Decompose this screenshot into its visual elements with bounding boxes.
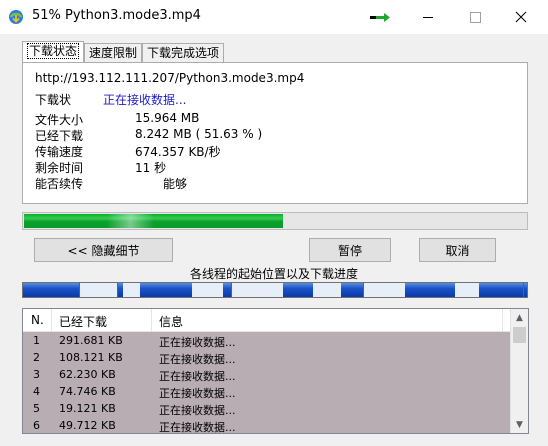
- list-scrollbar[interactable]: ▲ ▼: [510, 309, 528, 433]
- list-row[interactable]: 5 19.121 KB 正在接收数据...: [23, 400, 511, 417]
- file-size-value: 15.964 MB: [135, 111, 200, 125]
- downloaded-value: 8.242 MB ( 51.63 % ): [135, 127, 263, 141]
- row-info: 正在接收数据...: [159, 353, 236, 366]
- list-row[interactable]: 4 74.746 KB 正在接收数据...: [23, 383, 511, 400]
- row-downloaded: 62.230 KB: [59, 368, 116, 381]
- scroll-thumb[interactable]: [513, 327, 526, 343]
- column-header-number[interactable]: N.: [31, 313, 44, 327]
- list-header: N. 已经下载 信息: [23, 309, 511, 332]
- close-button[interactable]: [498, 0, 544, 34]
- row-info: 正在接收数据...: [159, 336, 236, 349]
- window-title: 51% Python3.mode3.mp4: [32, 8, 201, 23]
- thread-segment: [479, 283, 527, 297]
- row-downloaded: 19.121 KB: [59, 402, 116, 415]
- row-info: 正在接收数据...: [159, 404, 236, 417]
- row-number: 5: [33, 402, 40, 415]
- threads-progress-label: 各线程的起始位置以及下载进度: [189, 267, 358, 281]
- download-progress-bar: [22, 212, 528, 230]
- downloaded-label: 已经下载: [35, 129, 84, 143]
- speed-value: 674.357 KB/秒: [135, 145, 221, 159]
- row-number: 2: [33, 351, 40, 364]
- tab-speed-limit[interactable]: 速度限制: [84, 43, 143, 63]
- remaining-time-label: 剩余时间: [35, 161, 84, 175]
- row-info: 正在接收数据...: [159, 370, 236, 383]
- row-number: 1: [33, 334, 40, 347]
- row-downloaded: 291.681 KB: [59, 334, 123, 347]
- list-row[interactable]: 6 49.712 KB 正在接收数据...: [23, 417, 511, 434]
- progress-fill: [24, 214, 284, 228]
- row-downloaded: 108.121 KB: [59, 351, 123, 364]
- threads-progress-bar: [22, 282, 528, 298]
- column-header-downloaded[interactable]: 已经下载: [59, 313, 107, 330]
- row-downloaded: 49.712 KB: [59, 419, 116, 432]
- thread-start-marker: [231, 283, 232, 297]
- thread-segment: [405, 283, 455, 297]
- file-size-label: 文件大小: [35, 113, 84, 127]
- thread-segment: [23, 283, 79, 297]
- thread-segment: [140, 283, 192, 297]
- speed-label: 传输速度: [35, 145, 84, 159]
- arrow-right-icon: [370, 13, 390, 22]
- pause-button[interactable]: 暂停: [309, 238, 391, 262]
- hide-details-button[interactable]: << 隐藏细节: [34, 238, 173, 262]
- row-info: 正在接收数据...: [159, 387, 236, 400]
- status-value: 正在接收数据...: [103, 93, 187, 107]
- tab-download-status[interactable]: 下载状态: [22, 41, 85, 63]
- list-row[interactable]: 2 108.121 KB 正在接收数据...: [23, 349, 511, 366]
- threads-list: N. 已经下载 信息 1 291.681 KB 正在接收数据... 2 108.…: [22, 308, 529, 434]
- thread-segment: [223, 283, 231, 297]
- thread-start-marker: [363, 283, 364, 297]
- scroll-down-icon[interactable]: ▼: [511, 416, 528, 433]
- idm-app-icon: [9, 10, 23, 24]
- status-panel: http://193.112.111.207/Python3.mode3.mp4…: [22, 62, 528, 204]
- tab-bar: 下载状态 速度限制 下载完成选项: [22, 41, 225, 63]
- list-body: 1 291.681 KB 正在接收数据... 2 108.121 KB 正在接收…: [23, 332, 511, 434]
- row-downloaded: 74.746 KB: [59, 385, 116, 398]
- cancel-button[interactable]: 取消: [419, 238, 496, 262]
- thread-segment: [341, 283, 363, 297]
- maximize-button[interactable]: [452, 0, 498, 34]
- title-bar: 51% Python3.mode3.mp4: [0, 0, 548, 34]
- status-label: 下载状: [35, 93, 72, 107]
- download-window: 51% Python3.mode3.mp4 下载状态 速度限制 下载完成选项 h…: [0, 0, 548, 446]
- row-number: 6: [33, 419, 40, 432]
- resume-label: 能否续传: [35, 177, 84, 191]
- row-info: 正在接收数据...: [159, 421, 236, 434]
- tab-completion-options[interactable]: 下载完成选项: [142, 43, 225, 63]
- row-number: 4: [33, 385, 40, 398]
- close-icon: [515, 11, 527, 23]
- thread-start-marker: [117, 283, 118, 297]
- scroll-up-icon[interactable]: ▲: [511, 309, 528, 326]
- resume-value: 能够: [163, 177, 188, 191]
- row-number: 3: [33, 368, 40, 381]
- thread-start-marker: [79, 283, 80, 297]
- download-url: http://193.112.111.207/Python3.mode3.mp4: [35, 71, 305, 85]
- list-row[interactable]: 1 291.681 KB 正在接收数据...: [23, 332, 511, 349]
- minimize-button[interactable]: [405, 0, 451, 34]
- thread-segment: [283, 283, 313, 297]
- column-header-info[interactable]: 信息: [159, 313, 183, 330]
- remaining-time-value: 11 秒: [135, 161, 167, 175]
- list-row[interactable]: 3 62.230 KB 正在接收数据...: [23, 366, 511, 383]
- thread-start-marker: [523, 283, 524, 297]
